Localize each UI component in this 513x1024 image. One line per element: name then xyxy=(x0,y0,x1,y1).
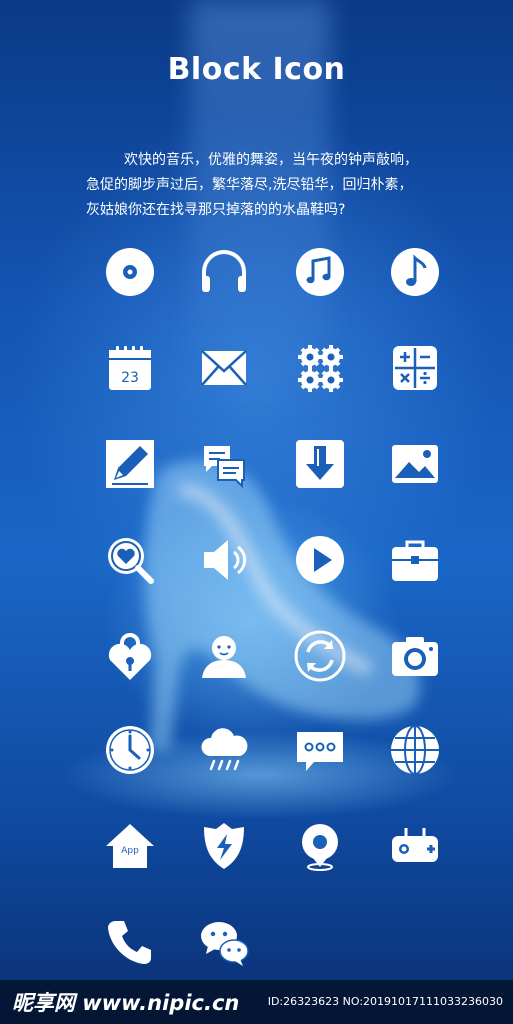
image-gallery-icon[interactable] xyxy=(387,436,443,492)
calculator-icon[interactable] xyxy=(387,340,443,396)
camera-icon[interactable] xyxy=(387,628,443,684)
globe-icon[interactable] xyxy=(387,722,443,778)
home-app-icon[interactable]: App xyxy=(102,818,158,874)
phone-icon[interactable] xyxy=(102,914,158,970)
heart-lock-icon[interactable] xyxy=(102,628,158,684)
poem-line: 急促的脚步声过后，繁华落尽,洗尽铅华，回归朴素， xyxy=(86,177,413,193)
refresh-sync-icon[interactable] xyxy=(292,628,348,684)
page-title: Block Icon xyxy=(167,52,346,87)
download-icon[interactable] xyxy=(292,436,348,492)
calendar-icon[interactable]: 23 xyxy=(102,340,158,396)
message-more-icon[interactable] xyxy=(292,722,348,778)
site-logo: 昵享网 www.nipic.cn xyxy=(12,991,240,1015)
speaker-volume-icon[interactable] xyxy=(196,532,252,588)
gamepad-icon[interactable] xyxy=(387,818,443,874)
play-button-icon[interactable] xyxy=(292,532,348,588)
home-app-label: App xyxy=(121,846,139,856)
mail-icon[interactable] xyxy=(196,340,252,396)
chat-bubbles-icon[interactable] xyxy=(196,436,252,492)
calendar-date: 23 xyxy=(121,370,139,386)
watermark-footer: 昵享网 www.nipic.cn ID:26323623 NO:20191017… xyxy=(0,980,513,1024)
cloud-rain-icon[interactable] xyxy=(196,722,252,778)
music-notes-icon[interactable] xyxy=(292,244,348,300)
search-heart-icon[interactable] xyxy=(102,532,158,588)
poem-line: 欢快的音乐，优雅的舞姿，当午夜的钟声敲响， xyxy=(124,152,418,168)
cd-disc-icon[interactable] xyxy=(102,244,158,300)
settings-gears-icon[interactable] xyxy=(292,340,348,396)
music-note-icon[interactable] xyxy=(387,244,443,300)
image-id-text: ID:26323623 NO:20191017111033236030 xyxy=(267,995,503,1008)
edit-pencil-icon[interactable] xyxy=(102,436,158,492)
poem-text: 欢快的音乐，优雅的舞姿，当午夜的钟声敲响， 急促的脚步声过后，繁华落尽,洗尽铅华… xyxy=(86,148,486,223)
headphones-icon[interactable] xyxy=(196,244,252,300)
user-profile-icon[interactable] xyxy=(196,628,252,684)
shield-power-icon[interactable] xyxy=(196,818,252,874)
briefcase-icon[interactable] xyxy=(387,532,443,588)
poem-line: 灰姑娘你还在找寻那只掉落的的水晶鞋吗? xyxy=(86,202,346,218)
wechat-icon[interactable] xyxy=(196,914,252,970)
location-pin-icon[interactable] xyxy=(292,818,348,874)
clock-icon[interactable] xyxy=(102,722,158,778)
